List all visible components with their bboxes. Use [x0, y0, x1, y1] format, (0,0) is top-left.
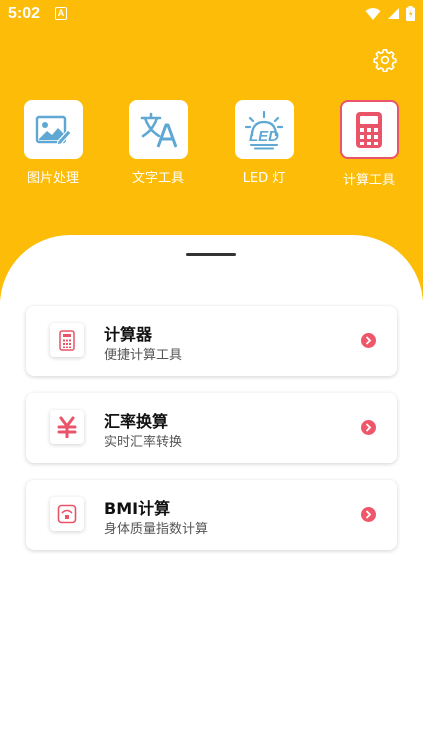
calculator-icon	[59, 329, 75, 351]
chevron-right-icon	[361, 420, 376, 435]
card-exchange-rate[interactable]: 汇率换算 实时汇率转换	[26, 393, 397, 463]
card-icon-box	[50, 410, 84, 444]
status-bar: 5:02 A	[0, 0, 423, 30]
scale-icon	[57, 504, 77, 524]
led-icon: LED	[244, 110, 284, 149]
tool-label: LED 灯	[242, 171, 286, 186]
tool-led[interactable]: LED LED 灯	[219, 100, 309, 186]
translate-icon	[140, 112, 177, 148]
card-subtitle: 身体质量指数计算	[104, 522, 209, 537]
tool-label: 图片处理	[26, 171, 79, 186]
card-title: BMI计算	[104, 499, 171, 518]
tool-calculator[interactable]: 计算工具	[324, 100, 414, 188]
tools-row: 图片处理 文字工具 LED LED 灯 计算工具	[0, 100, 423, 200]
gear-icon	[373, 49, 397, 72]
card-icon-box	[50, 497, 84, 531]
app-notification-icon: A	[55, 7, 67, 20]
signal-icon	[388, 8, 399, 19]
card-subtitle: 实时汇率转换	[104, 435, 183, 450]
status-time: 5:02	[8, 5, 41, 22]
wifi-icon	[365, 7, 381, 20]
tool-tile	[23, 100, 83, 159]
svg-text:LED: LED	[249, 128, 279, 145]
tool-tile	[128, 100, 188, 159]
card-title: 汇率换算	[104, 412, 169, 431]
yen-icon	[57, 416, 77, 438]
card-title: 计算器	[104, 325, 153, 344]
battery-icon	[406, 6, 415, 21]
chevron-right-icon	[361, 507, 376, 522]
chevron-right-icon	[361, 333, 376, 348]
status-icons	[365, 6, 415, 21]
tool-image-processing[interactable]: 图片处理	[8, 100, 98, 186]
tool-tile	[339, 100, 399, 159]
card-calculator[interactable]: 计算器 便捷计算工具	[26, 306, 397, 376]
card-subtitle: 便捷计算工具	[104, 348, 183, 363]
tool-label: 计算工具	[342, 173, 395, 188]
image-edit-icon	[35, 115, 71, 146]
settings-button[interactable]	[371, 46, 399, 74]
tool-label: 文字工具	[131, 171, 184, 186]
tool-text[interactable]: 文字工具	[113, 100, 203, 186]
drag-handle[interactable]	[186, 253, 236, 256]
calculator-icon	[356, 111, 382, 148]
tool-tile: LED	[234, 100, 294, 159]
card-bmi[interactable]: BMI计算 身体质量指数计算	[26, 480, 397, 550]
card-icon-box	[50, 323, 84, 357]
